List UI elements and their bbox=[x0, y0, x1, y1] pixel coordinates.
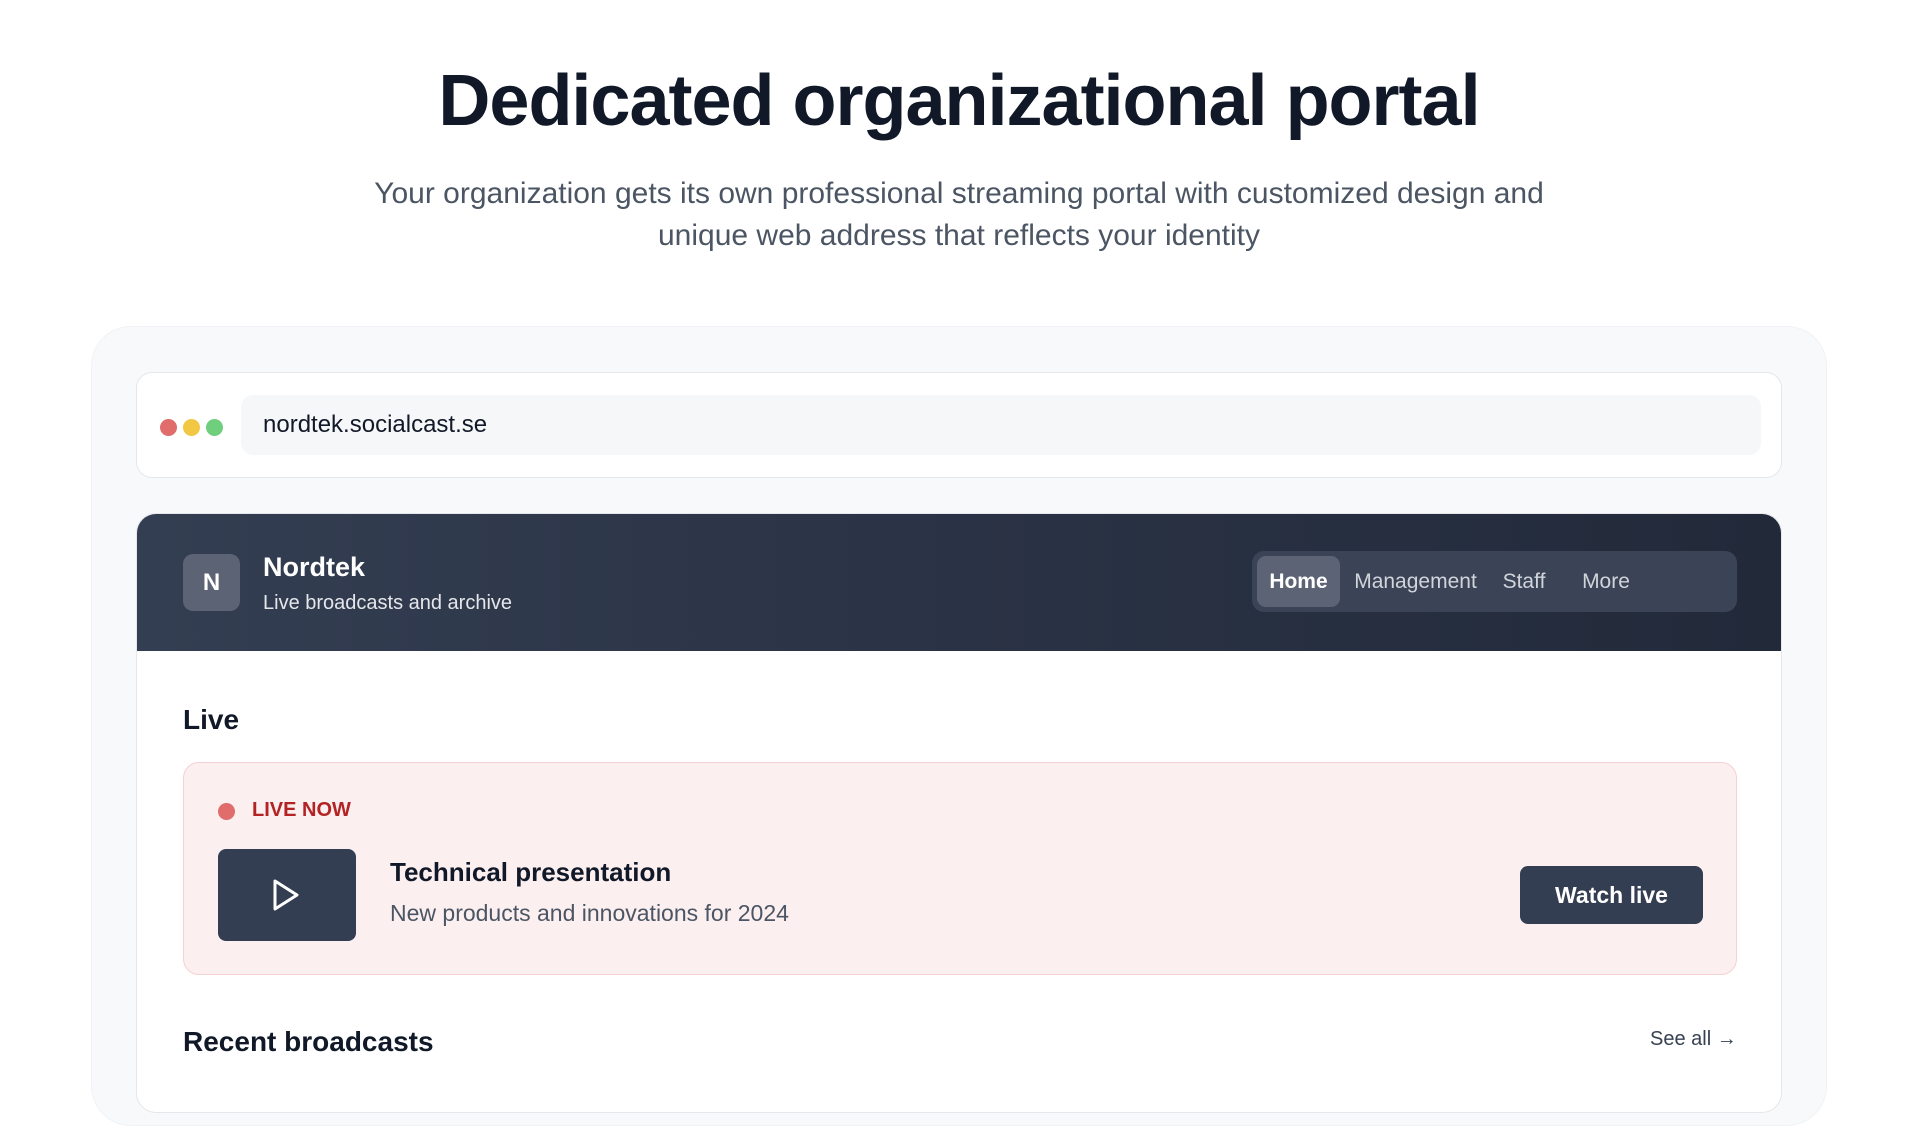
portal-window: N Nordtek Live broadcasts and archive Ho… bbox=[136, 513, 1782, 1113]
window-close-dot bbox=[160, 419, 177, 436]
window-minimize-dot bbox=[183, 419, 200, 436]
recent-broadcasts-title: Recent broadcasts bbox=[183, 1026, 434, 1057]
play-icon bbox=[273, 879, 299, 911]
nav-item-management[interactable]: Management bbox=[1348, 556, 1483, 607]
page-title: Dedicated organizational portal bbox=[438, 61, 1480, 141]
browser-bar: nordtek.socialcast.se bbox=[136, 372, 1782, 478]
live-now-badge: LIVE NOW bbox=[252, 799, 351, 821]
nav-item-staff[interactable]: Staff bbox=[1491, 556, 1557, 607]
org-logo[interactable]: N bbox=[183, 554, 240, 611]
portal-header: N Nordtek Live broadcasts and archive Ho… bbox=[137, 514, 1781, 651]
see-all-link[interactable]: See all → bbox=[1650, 1028, 1737, 1051]
url-field[interactable]: nordtek.socialcast.se bbox=[241, 395, 1761, 455]
broadcast-thumbnail[interactable] bbox=[218, 849, 356, 941]
nav-item-home[interactable]: Home bbox=[1257, 556, 1340, 607]
live-section-title: Live bbox=[183, 704, 240, 735]
broadcast-description: New products and innovations for 2024 bbox=[390, 900, 789, 926]
live-indicator-dot bbox=[218, 803, 235, 820]
live-broadcast-card[interactable]: LIVE NOW Technical presentation New prod… bbox=[183, 762, 1737, 975]
page-subtitle: Your organization gets its own professio… bbox=[374, 177, 1544, 252]
watch-live-button[interactable]: Watch live bbox=[1520, 866, 1703, 924]
window-maximize-dot bbox=[206, 419, 223, 436]
nav-item-more[interactable]: More bbox=[1565, 556, 1647, 607]
portal-nav: Home Management Staff More bbox=[1252, 551, 1737, 612]
broadcast-title[interactable]: Technical presentation bbox=[390, 857, 671, 888]
org-name: Nordtek bbox=[263, 552, 366, 582]
org-tagline: Live broadcasts and archive bbox=[263, 592, 513, 614]
